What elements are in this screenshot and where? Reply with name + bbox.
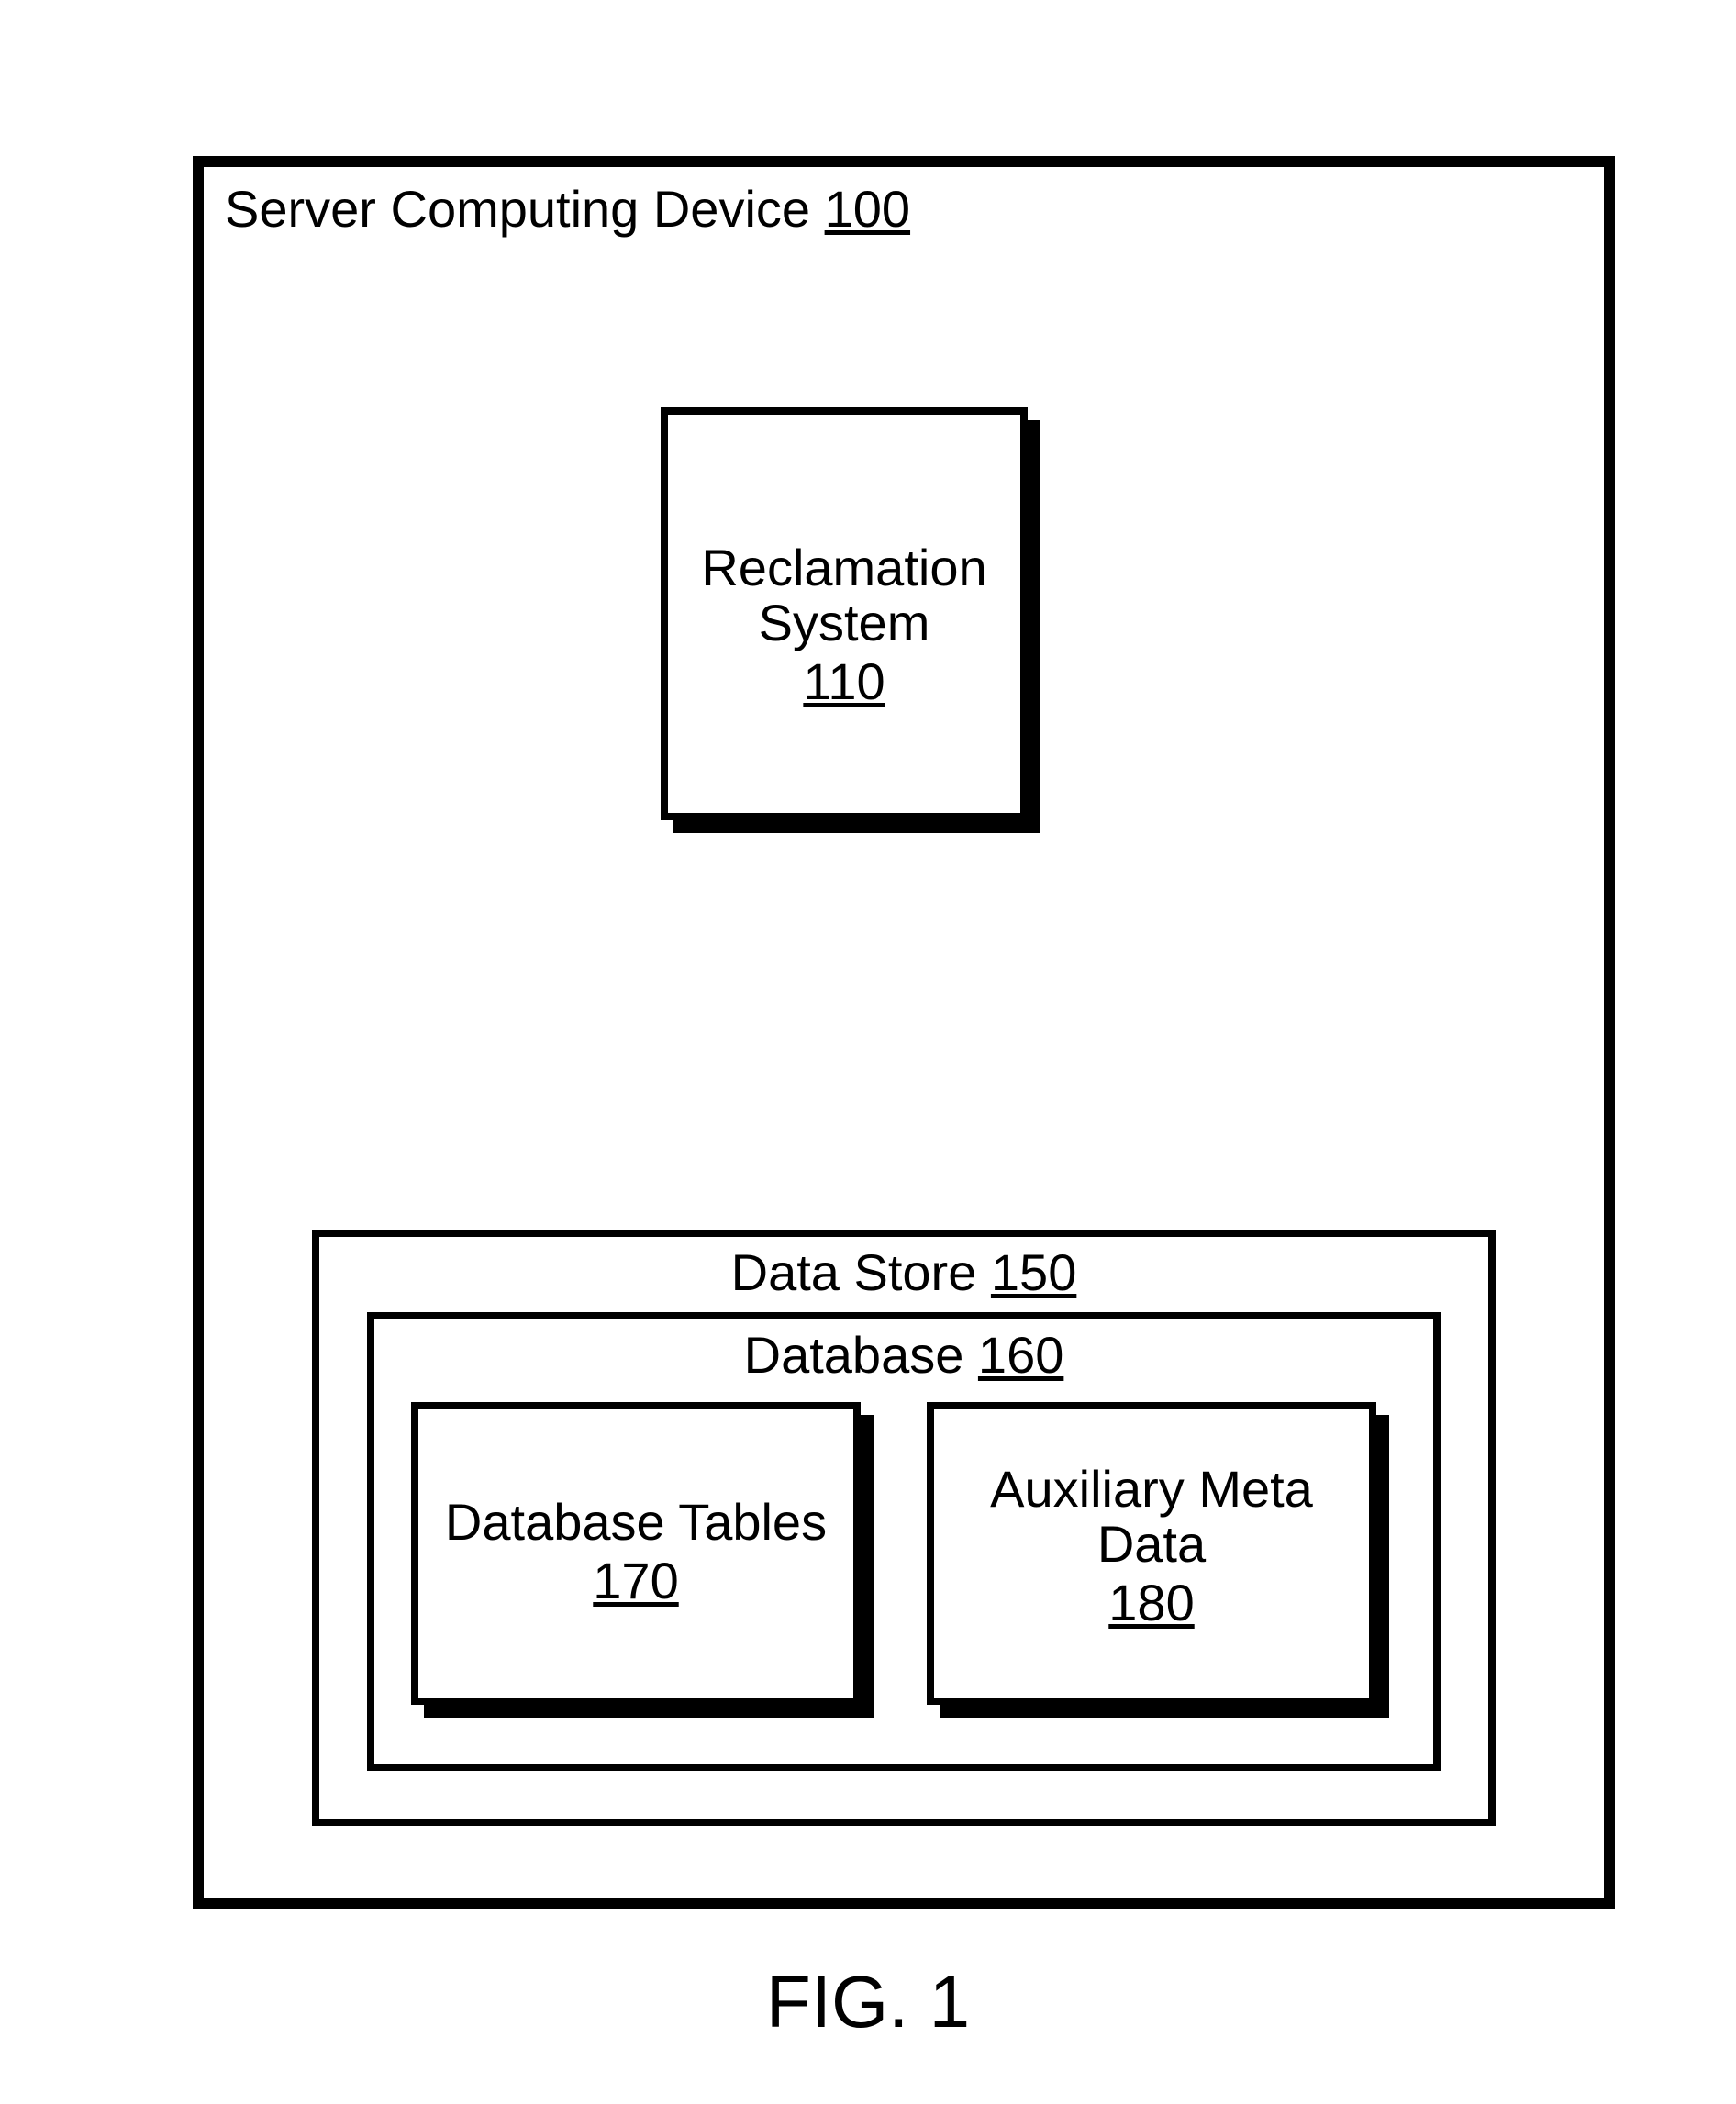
reclamation-line1: Reclamation [661,541,1028,596]
database-label: Database [744,1326,978,1384]
database-title-row: Database 160 [367,1329,1441,1383]
data-store-label: Data Store [731,1243,991,1301]
server-title: Server Computing Device 100 [225,179,910,239]
reclamation-line2: System [661,596,1028,651]
database-tables-num: 170 [411,1554,861,1609]
database-num: 160 [978,1326,1063,1384]
server-title-num: 100 [825,180,910,238]
aux-meta-line2: Data [927,1518,1376,1572]
figure-caption: FIG. 1 [0,1964,1736,2041]
server-title-text: Server Computing Device [225,180,825,238]
reclamation-num: 110 [661,655,1028,709]
aux-meta-num: 180 [927,1576,1376,1631]
data-store-title-row: Data Store 150 [312,1246,1496,1300]
database-tables-line1: Database Tables [411,1496,861,1550]
aux-meta-line1: Auxiliary Meta [927,1463,1376,1517]
data-store-num: 150 [991,1243,1076,1301]
